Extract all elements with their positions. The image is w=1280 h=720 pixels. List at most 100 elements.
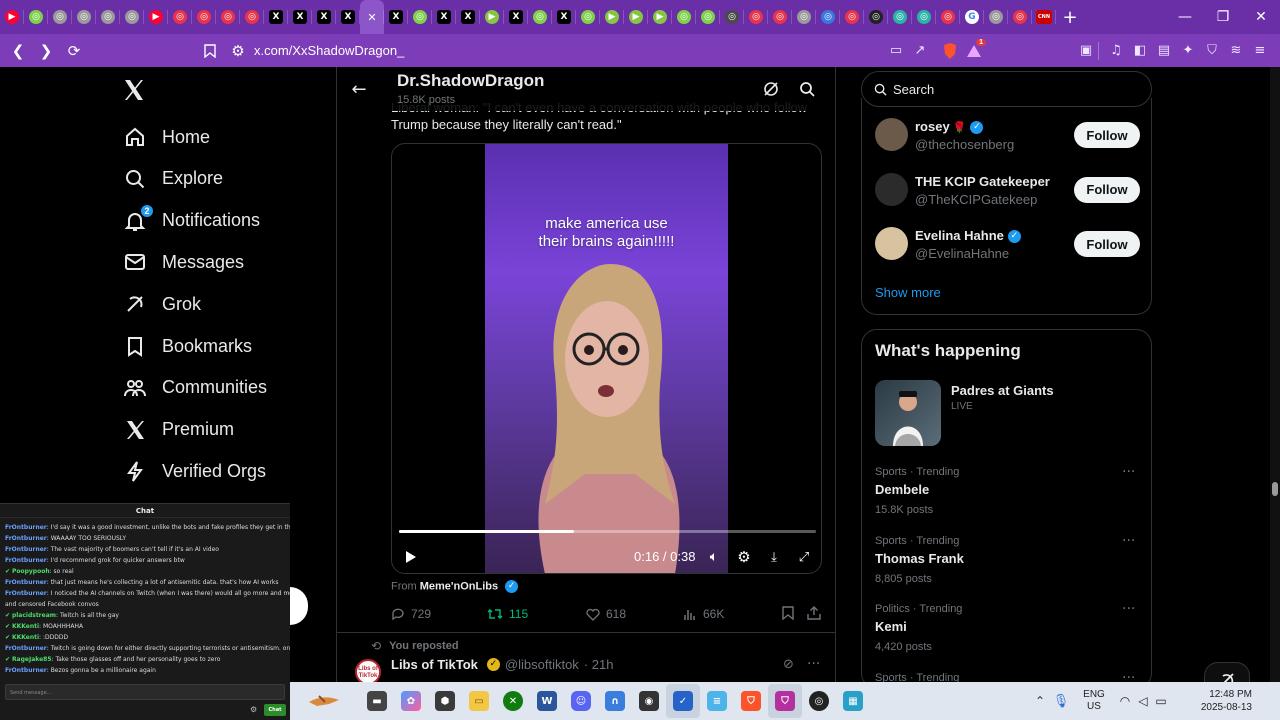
chat-send-button[interactable]: Chat (264, 704, 286, 716)
event-name[interactable]: Padres at Giants (951, 383, 1054, 398)
forward-button[interactable]: ❯ (34, 39, 58, 63)
follow-user-name[interactable]: THE KCIP Gatekeeper (915, 174, 1050, 189)
browser-tab[interactable]: ◎ (1008, 0, 1032, 34)
xbox-icon[interactable]: ✕ (496, 684, 530, 718)
trend-name[interactable]: Kemi (875, 619, 907, 634)
browser-tab[interactable]: ◎ (744, 0, 768, 34)
file-explorer-icon[interactable]: ▭ (462, 684, 496, 718)
browser-tab[interactable]: ◎ (984, 0, 1008, 34)
nav-item-notifications[interactable]: 2 Notifications (122, 203, 260, 239)
follow-button[interactable]: Follow (1074, 231, 1140, 257)
notepad-icon[interactable]: ≡ (700, 684, 734, 718)
battery-icon[interactable]: ▭ (1152, 694, 1170, 708)
scrollbar-thumb[interactable] (1272, 482, 1278, 496)
sidebar-icon[interactable]: ◧ (1128, 39, 1152, 63)
play-icon[interactable] (402, 548, 420, 566)
camera-app-icon[interactable]: ◉ (632, 684, 666, 718)
nav-item-verified-orgs[interactable]: Verified Orgs (122, 453, 266, 489)
settings-gear-icon[interactable]: ⚙ (734, 547, 754, 567)
nav-item-grok[interactable]: Grok (122, 286, 201, 322)
page-scrollbar[interactable] (1270, 67, 1280, 682)
chat-username[interactable]: RageJake85 (12, 656, 52, 663)
browser-tab[interactable]: ◎ (72, 0, 96, 34)
fullscreen-icon[interactable]: ⤢ (794, 547, 814, 567)
restore-button[interactable]: ❐ (1204, 0, 1242, 34)
browser-tab[interactable]: X (384, 0, 408, 34)
share-icon[interactable] (807, 606, 821, 625)
chat-username[interactable]: FrOntburner (5, 667, 47, 674)
monitor-app-icon[interactable]: ▦ (836, 684, 870, 718)
menu-icon[interactable]: ≡ (1248, 39, 1272, 63)
reload-button[interactable]: ⟳ (62, 39, 86, 63)
brave-rewards-icon[interactable]: 1 (962, 38, 986, 63)
nav-item-bookmarks[interactable]: Bookmarks (122, 328, 252, 364)
browser-tab[interactable]: X (312, 0, 336, 34)
search-input[interactable]: Search (893, 82, 934, 97)
nav-item-communities[interactable]: Communities (122, 370, 267, 406)
follow-user-name[interactable]: Evelina Hahne ✓ (915, 228, 1021, 244)
close-window-button[interactable]: ✕ (1242, 0, 1280, 34)
word-icon[interactable]: W (530, 684, 564, 718)
browser-tab[interactable]: ◎ (96, 0, 120, 34)
cube-app-icon[interactable]: ⬢ (428, 684, 462, 718)
chat-username[interactable]: FrOntburner (5, 579, 47, 586)
author-name[interactable]: Libs of TikTok (391, 657, 478, 672)
nav-item-explore[interactable]: Explore (122, 161, 223, 197)
grok-small-icon[interactable]: ⊘ (783, 657, 794, 672)
browser-tab[interactable]: ◎ (528, 0, 552, 34)
browser-tab[interactable]: ◎ (936, 0, 960, 34)
search-icon[interactable] (797, 79, 817, 99)
more-options-icon[interactable]: ··· (1122, 533, 1135, 549)
discord-icon[interactable]: ☺ (564, 684, 598, 718)
browser-tab[interactable]: ◎ (696, 0, 720, 34)
avatar[interactable] (875, 227, 908, 260)
leo-ai-icon[interactable]: ✦ (1176, 39, 1200, 63)
avatar[interactable] (875, 118, 908, 151)
views-button[interactable]: 66K (683, 607, 724, 621)
browser-tab[interactable]: ◎ (816, 0, 840, 34)
chat-username[interactable]: FrOntburner (5, 645, 47, 652)
browser-tab[interactable]: ◎ (840, 0, 864, 34)
browser-tab[interactable]: ◎ (792, 0, 816, 34)
chat-username[interactable]: FrOntburner (5, 590, 47, 597)
url-field[interactable]: x.com/XxShadowDragon_ (254, 43, 404, 58)
cast-icon[interactable]: ▭ (884, 39, 908, 63)
browser-tab[interactable]: ◎ (120, 0, 144, 34)
browser-tab[interactable]: ◎ (912, 0, 936, 34)
volume-tray-icon[interactable]: ◁ (1134, 694, 1152, 708)
browser-tab[interactable]: ◎ (672, 0, 696, 34)
grok-icon[interactable] (761, 79, 781, 99)
new-tab-button[interactable]: + (1056, 0, 1084, 34)
browser-tab[interactable]: ◎ (768, 0, 792, 34)
browser-tab[interactable]: ▶ (144, 0, 168, 34)
browser-tab[interactable]: X (552, 0, 576, 34)
browser-tab[interactable]: G (960, 0, 984, 34)
browser-tab[interactable]: ◎ (24, 0, 48, 34)
volume-icon[interactable]: 🔈︎ (704, 547, 724, 567)
browser-tab[interactable]: ▶ (648, 0, 672, 34)
chat-username[interactable]: FrOntburner (5, 546, 47, 553)
like-button[interactable]: 618 (586, 607, 626, 621)
chat-username[interactable]: KKKenti (12, 634, 39, 641)
back-arrow-icon[interactable]: ← (349, 79, 369, 100)
active-app-icon[interactable]: ✓ (666, 684, 700, 718)
follow-user-handle[interactable]: @EvelinaHahne (915, 246, 1009, 261)
nav-item-home[interactable]: Home (122, 119, 210, 155)
browser-tab[interactable]: ◎ (216, 0, 240, 34)
bookmark-icon[interactable] (782, 606, 794, 625)
sidebar-panel-icon[interactable]: ▣ (1074, 39, 1098, 63)
share-icon[interactable]: ↗ (908, 39, 932, 63)
brave-shields-icon[interactable] (938, 39, 962, 63)
browser-tab[interactable]: ◎ (240, 0, 264, 34)
vpn-icon[interactable]: ⛉ (1200, 39, 1224, 63)
browser-tab[interactable]: ◎ (408, 0, 432, 34)
show-more-link[interactable]: Show more (875, 285, 941, 300)
picture-in-picture-icon[interactable]: ⤓ (764, 547, 784, 567)
browser-tab[interactable]: ◎ (48, 0, 72, 34)
browser-tab[interactable]: X (288, 0, 312, 34)
browser-tab[interactable]: ◎ (192, 0, 216, 34)
nav-item-premium[interactable]: Premium (122, 412, 234, 448)
event-thumbnail[interactable] (875, 380, 941, 446)
video-player[interactable]: make america use their brains again!!!!!… (391, 143, 822, 574)
chat-settings-icon[interactable]: ⚙ (250, 705, 257, 714)
